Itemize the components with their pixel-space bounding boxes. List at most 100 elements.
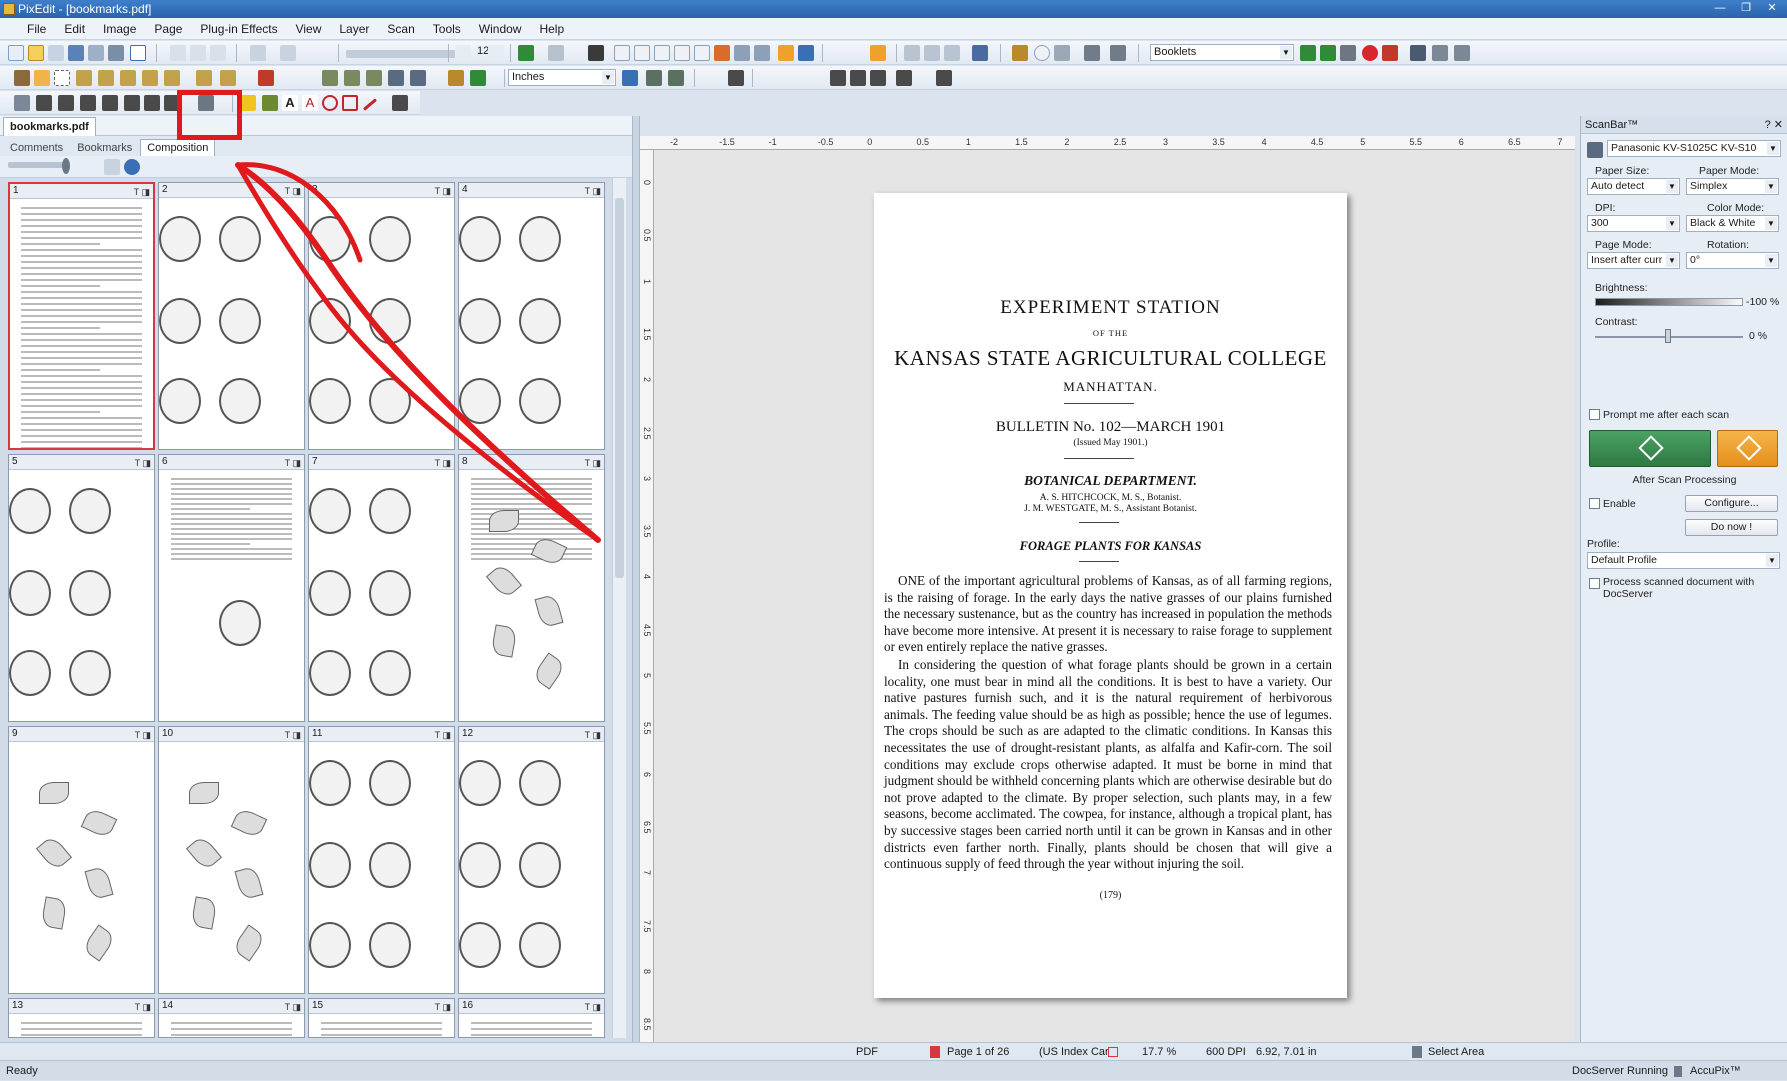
close-button[interactable]: ✕ [1761, 0, 1783, 16]
run-icon[interactable] [1300, 45, 1316, 61]
rotate-right-icon[interactable] [944, 45, 960, 61]
marker-icon[interactable] [142, 70, 158, 86]
page-thumbnail[interactable]: 9 T ◨ [8, 726, 155, 994]
settings-icon[interactable] [1454, 45, 1470, 61]
configure-button[interactable]: Configure... [1685, 495, 1778, 512]
slider-knob-icon[interactable] [62, 158, 70, 174]
rectangle-icon[interactable] [342, 95, 358, 111]
figure-icon[interactable] [1410, 45, 1426, 61]
eraser-icon[interactable] [164, 70, 180, 86]
pointer-icon[interactable] [14, 70, 30, 86]
thumbnail-scrollbar[interactable] [612, 178, 626, 1038]
delete-icon[interactable] [1382, 45, 1398, 61]
page-thumbnail[interactable]: 10 T ◨ [158, 726, 305, 994]
color-view-icon[interactable] [714, 45, 730, 61]
text-tool-icon[interactable] [830, 70, 846, 86]
page-thumbnail[interactable]: 8 T ◨ [458, 454, 605, 722]
deskew-icon[interactable] [972, 45, 988, 61]
align-icon[interactable] [896, 70, 912, 86]
close-icon[interactable]: ? ✕ [1765, 116, 1783, 134]
menu-scan[interactable]: Scan [378, 22, 423, 36]
arrow-line-icon[interactable] [362, 98, 378, 111]
highlight-icon[interactable] [778, 45, 794, 61]
forward-icon[interactable] [548, 45, 564, 61]
cut-icon[interactable] [170, 45, 186, 61]
step-icon[interactable] [1320, 45, 1336, 61]
scrollbar-thumb[interactable] [615, 198, 624, 578]
prev-page-icon[interactable] [455, 45, 471, 61]
fit-width-icon[interactable] [634, 45, 650, 61]
page-thumbnail[interactable]: 7 T ◨ [308, 454, 455, 722]
annot-group-icon[interactable] [102, 95, 118, 111]
color-mode-select[interactable]: Black & White ▼ [1686, 215, 1779, 232]
copy-icon[interactable] [190, 45, 206, 61]
page-view-icon[interactable] [674, 45, 690, 61]
menu-help[interactable]: Help [530, 22, 573, 36]
tab-composition[interactable]: Composition [140, 139, 216, 156]
record-icon[interactable] [1362, 45, 1378, 61]
page-thumbnail[interactable]: 6 T ◨ [158, 454, 305, 722]
page-thumbnail[interactable]: 11 T ◨ [308, 726, 455, 994]
brightness-slider[interactable] [1595, 298, 1743, 306]
menu-layer[interactable]: Layer [330, 22, 378, 36]
menu-image[interactable]: Image [94, 22, 145, 36]
page-thumbnail[interactable]: 15 T ◨ [308, 998, 455, 1038]
binoculars-icon[interactable] [588, 45, 604, 61]
rotation-select[interactable]: 0° ▼ [1686, 252, 1779, 269]
menu-page[interactable]: Page [145, 22, 191, 36]
menu-file[interactable]: File [18, 22, 55, 36]
smudge-icon[interactable] [220, 70, 236, 86]
page-thumbnail[interactable]: 14 T ◨ [158, 998, 305, 1038]
page-thumbnail[interactable]: 13 T ◨ [8, 998, 155, 1038]
new-icon[interactable] [8, 45, 24, 61]
comment-icon[interactable] [262, 95, 278, 111]
page-thumbnail[interactable]: 16 T ◨ [458, 998, 605, 1038]
save-icon[interactable] [68, 45, 84, 61]
workflow-select[interactable]: Booklets ▼ [1150, 44, 1294, 61]
scan-options-button[interactable] [1717, 430, 1778, 467]
rotate-180-icon[interactable] [924, 45, 940, 61]
tab-bookmarks[interactable]: Bookmarks [71, 140, 138, 156]
text-view-icon[interactable] [694, 45, 710, 61]
undo-icon[interactable] [250, 45, 266, 61]
paste-icon[interactable] [210, 45, 226, 61]
ellipse-icon[interactable] [322, 95, 338, 111]
hand-icon[interactable] [1054, 45, 1070, 61]
line-remove-icon[interactable] [388, 70, 404, 86]
page-thumbnail[interactable]: 12 T ◨ [458, 726, 605, 994]
fill-icon[interactable] [196, 70, 212, 86]
next-page-icon[interactable] [488, 45, 504, 61]
text-box-icon[interactable] [850, 70, 866, 86]
circle-icon[interactable] [1034, 45, 1050, 61]
tools-icon[interactable] [1432, 45, 1448, 61]
print-icon[interactable] [88, 45, 104, 61]
annot-move-icon[interactable] [80, 95, 96, 111]
scan-icon[interactable] [108, 45, 124, 61]
actual-size-icon[interactable] [654, 45, 670, 61]
docserver-checkbox[interactable] [1589, 578, 1600, 589]
pane-splitter[interactable] [632, 116, 640, 1042]
page-mode-select[interactable]: Insert after curr ▼ [1587, 252, 1680, 269]
measure-icon[interactable] [622, 70, 638, 86]
select-tool-icon[interactable] [130, 45, 146, 61]
minimize-button[interactable]: — [1709, 0, 1731, 16]
stamp-tool-icon[interactable] [392, 95, 408, 111]
despeckle-icon[interactable] [344, 70, 360, 86]
dpi-select[interactable]: 300 ▼ [1587, 215, 1680, 232]
crop-tool-icon[interactable] [728, 70, 744, 86]
prompt-checkbox[interactable] [1589, 409, 1600, 420]
red-pen-icon[interactable] [258, 70, 274, 86]
document-viewer[interactable]: -2 -1.5 -1 -0.5 0 0.5 1 1.5 2 2.5 3 3.5 4 4.5 5 5.5 6 6.5… [640, 136, 1575, 1042]
rect-select-icon[interactable] [34, 70, 50, 86]
open-icon[interactable] [28, 45, 44, 61]
redo-icon[interactable] [280, 45, 296, 61]
rotate-left-icon[interactable] [904, 45, 920, 61]
annot-pointer-icon[interactable] [14, 95, 30, 111]
page-thumbnail[interactable]: 3 T ◨ [308, 182, 455, 450]
annot-pin-icon[interactable] [124, 95, 140, 111]
paper-size-select[interactable]: Auto detect ▼ [1587, 178, 1680, 195]
text-annotation-icon[interactable]: A [282, 95, 298, 111]
do-now-button[interactable]: Do now ! [1685, 519, 1778, 536]
split-view-icon[interactable] [734, 45, 750, 61]
maximize-button[interactable]: ❐ [1735, 0, 1757, 16]
